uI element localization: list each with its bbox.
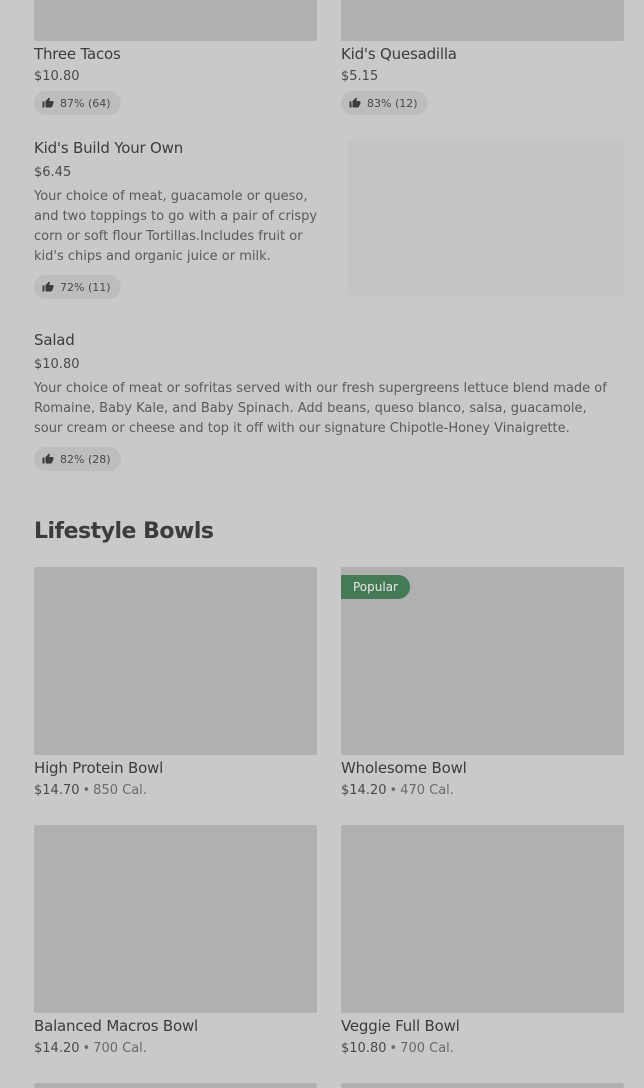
item-calories: 700 Cal.: [93, 1041, 147, 1056]
item-name-kids-quesadilla[interactable]: Kid's Quesadilla: [341, 45, 457, 63]
thumbs-up-icon: [42, 97, 54, 108]
item-price-three-tacos: $10.80: [34, 69, 80, 84]
item-description-salad: Your choice of meat or sofritas served w…: [34, 381, 607, 436]
item-image-high-protein-bowl[interactable]: [34, 567, 317, 755]
item-name-salad[interactable]: Salad: [34, 331, 75, 349]
item-price-cal-balanced-macros-bowl: $14.20 • 700 Cal.: [34, 1041, 147, 1056]
item-image-kids-build-your-own[interactable]: [348, 140, 624, 296]
item-name-three-tacos[interactable]: Three Tacos: [34, 45, 121, 63]
item-price-salad: $10.80: [34, 357, 80, 372]
item-image-kids-quesadilla[interactable]: [341, 0, 624, 41]
separator-dot: •: [82, 783, 91, 798]
thumbs-up-icon: [42, 281, 54, 292]
item-price: $14.20: [34, 1041, 80, 1056]
item-price-cal-veggie-full-bowl: $10.80 • 700 Cal.: [341, 1041, 454, 1056]
item-price-kids-quesadilla: $5.15: [341, 69, 379, 84]
section-title-lifestyle-bowls: Lifestyle Bowls: [34, 519, 214, 544]
item-calories: 850 Cal.: [93, 783, 147, 798]
item-name-balanced-macros-bowl[interactable]: Balanced Macros Bowl: [34, 1017, 198, 1035]
separator-dot: •: [389, 1041, 398, 1056]
item-price: $14.70: [34, 783, 80, 798]
popular-badge: Popular: [341, 575, 410, 599]
item-image-next-row[interactable]: [34, 1083, 317, 1088]
rating-text: 87% (64): [60, 96, 111, 110]
item-price: $10.80: [341, 1041, 387, 1056]
rating-pill: 83% (12): [341, 91, 428, 115]
item-price-cal-wholesome-bowl: $14.20 • 470 Cal.: [341, 783, 454, 798]
rating-text: 83% (12): [367, 96, 418, 110]
rating-text: 82% (28): [60, 452, 111, 466]
item-image-next-row[interactable]: [341, 1083, 624, 1088]
item-calories: 700 Cal.: [400, 1041, 454, 1056]
thumbs-up-icon: [349, 97, 361, 108]
item-image-three-tacos[interactable]: [34, 0, 317, 41]
item-image-veggie-full-bowl[interactable]: [341, 825, 624, 1013]
item-name-high-protein-bowl[interactable]: High Protein Bowl: [34, 759, 163, 777]
separator-dot: •: [389, 783, 398, 798]
rating-pill: 87% (64): [34, 91, 121, 115]
item-description-kids-build-your-own: Your choice of meat, guacamole or queso,…: [34, 189, 318, 264]
item-name-kids-build-your-own[interactable]: Kid's Build Your Own: [34, 139, 183, 157]
item-name-wholesome-bowl[interactable]: Wholesome Bowl: [341, 759, 467, 777]
item-calories: 470 Cal.: [400, 783, 454, 798]
rating-pill: 82% (28): [34, 447, 121, 471]
item-name-veggie-full-bowl[interactable]: Veggie Full Bowl: [341, 1017, 460, 1035]
rating-pill: 72% (11): [34, 275, 121, 299]
thumbs-up-icon: [42, 453, 54, 464]
item-image-balanced-macros-bowl[interactable]: [34, 825, 317, 1013]
separator-dot: •: [82, 1041, 91, 1056]
rating-text: 72% (11): [60, 280, 111, 294]
item-price-kids-build-your-own: $6.45: [34, 165, 72, 180]
item-price: $14.20: [341, 783, 387, 798]
item-price-cal-high-protein-bowl: $14.70 • 850 Cal.: [34, 783, 147, 798]
